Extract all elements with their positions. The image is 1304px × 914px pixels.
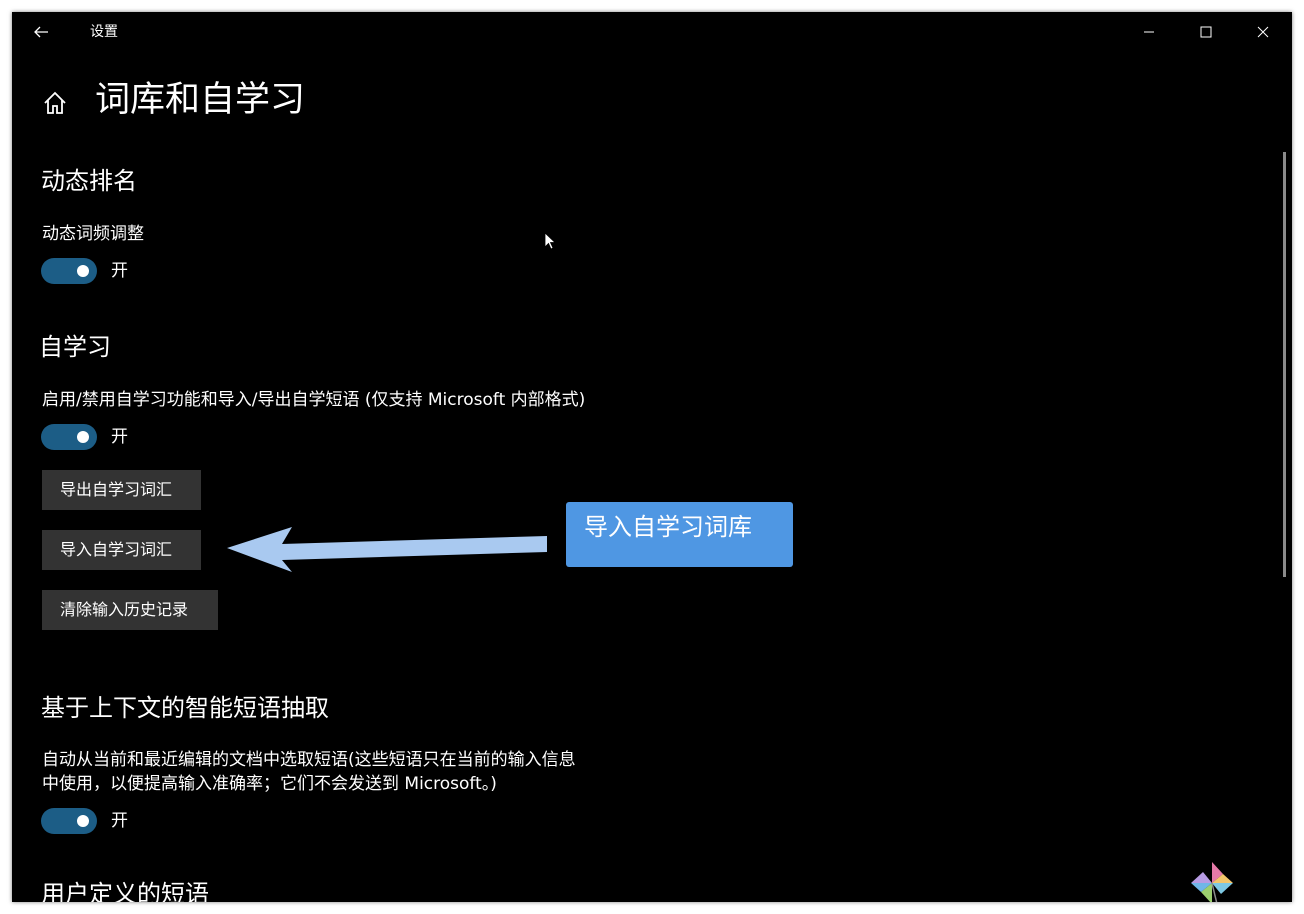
context-phrases-description-line1: 自动从当前和最近编辑的文档中选取短语(这些短语只在当前的输入信息: [42, 750, 576, 770]
toggle-knob: [77, 265, 89, 277]
close-button[interactable]: [1240, 18, 1286, 46]
annotation-callout: 导入自学习词库: [566, 502, 793, 567]
section-heading-dynamic-ranking: 动态排名: [41, 167, 137, 195]
back-button[interactable]: [26, 20, 56, 44]
minimize-icon: [1144, 31, 1154, 33]
export-vocabulary-button[interactable]: 导出自学习词汇: [42, 470, 201, 510]
toggle-knob: [77, 431, 89, 443]
scrollbar[interactable]: [1283, 152, 1286, 577]
import-vocabulary-button[interactable]: 导入自学习词汇: [42, 530, 201, 570]
annotation-arrow: [227, 527, 547, 572]
toggle-knob: [77, 815, 89, 827]
section-heading-self-learning: 自学习: [39, 333, 111, 361]
close-icon: [1257, 26, 1269, 38]
settings-window: 设置 词库和自学习 动态排名 动态词频调整 开 自学习 启用/禁用自学习功能和导…: [12, 12, 1292, 902]
home-icon: [44, 91, 66, 114]
self-learning-toggle-state: 开: [111, 427, 128, 447]
dynamic-frequency-toggle-state: 开: [111, 261, 128, 281]
pinwheel-logo-icon: [1191, 862, 1233, 902]
context-phrases-description-line2: 中使用，以便提高输入准确率；它们不会发送到 Microsoft。): [42, 774, 497, 794]
maximize-icon: [1200, 26, 1212, 38]
home-button[interactable]: [42, 90, 68, 116]
back-arrow-icon: [34, 26, 48, 38]
minimize-button[interactable]: [1126, 18, 1172, 46]
section-heading-context-phrases: 基于上下文的智能短语抽取: [41, 694, 329, 722]
clear-history-button[interactable]: 清除输入历史记录: [42, 590, 218, 630]
self-learning-toggle[interactable]: [41, 424, 97, 450]
window-title: 设置: [90, 24, 118, 40]
context-phrases-toggle-state: 开: [111, 811, 128, 831]
dynamic-frequency-label: 动态词频调整: [42, 224, 144, 244]
page-title: 词库和自学习: [95, 80, 306, 120]
maximize-button[interactable]: [1183, 18, 1229, 46]
self-learning-label: 启用/禁用自学习功能和导入/导出自学短语 (仅支持 Microsoft 内部格式…: [42, 390, 586, 410]
title-bar: 设置: [12, 12, 1292, 52]
section-heading-user-defined: 用户定义的短语: [41, 880, 209, 902]
context-phrases-toggle[interactable]: [41, 808, 97, 834]
mouse-cursor-icon: [544, 232, 556, 250]
dynamic-frequency-toggle[interactable]: [41, 258, 97, 284]
